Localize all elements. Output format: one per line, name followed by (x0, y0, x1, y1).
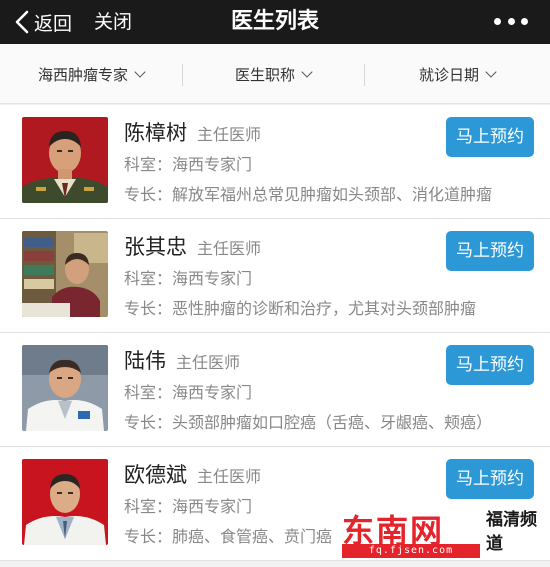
doctor-title: 主任医师 (197, 467, 262, 486)
doctor-department: 科室：海西专家门 (124, 497, 253, 516)
more-dot (494, 17, 501, 25)
doctor-department: 科室：海西专家门 (124, 155, 253, 174)
book-now-button[interactable]: 马上预约 (446, 117, 534, 157)
filter-department[interactable]: 海西肿瘤专家 (0, 44, 182, 104)
doctor-title: 主任医师 (197, 125, 262, 144)
doctor-name: 陆伟 (124, 349, 166, 373)
doctor-name: 陈樟树 (124, 121, 187, 145)
doctor-specialty: 专长：解放军福州总常见肿瘤如头颈部、消化道肿瘤 (124, 185, 493, 204)
doctor-list-page: 返回 关闭 医生列表 海西肿瘤专家 医生职称 就诊日期 陈樟树 主任医师 科室：… (0, 0, 550, 567)
doctor-department: 科室：海西专家门 (124, 269, 253, 288)
book-now-button[interactable]: 马上预约 (446, 345, 534, 385)
chevron-down-icon (485, 65, 497, 78)
doctor-photo (22, 231, 108, 317)
back-label: 返回 (34, 12, 73, 35)
more-dot (507, 17, 515, 25)
book-now-button[interactable]: 马上预约 (446, 459, 534, 499)
filter-bar: 海西肿瘤专家 医生职称 就诊日期 (0, 44, 550, 104)
doctor-name-row: 陆伟 主任医师 (124, 345, 240, 375)
doctor-name: 张其忠 (124, 235, 187, 259)
filter-doctor-title-label: 医生职称 (234, 65, 295, 84)
back-button[interactable]: 返回 (14, 0, 72, 44)
doctor-photo (22, 459, 108, 545)
watermark-url: fq.fjsen.com (342, 544, 480, 558)
close-button[interactable]: 关闭 (94, 0, 132, 44)
filter-visit-date-label: 就诊日期 (418, 65, 479, 84)
doctor-department: 科室：海西专家门 (124, 383, 253, 402)
doctor-specialty: 专长：恶性肿瘤的诊断和治疗，尤其对头颈部肿瘤 (124, 299, 477, 318)
chevron-left-icon (15, 10, 29, 34)
doctor-photo (22, 117, 108, 203)
doctor-title: 主任医师 (176, 353, 241, 372)
filter-department-label: 海西肿瘤专家 (37, 65, 128, 84)
doctor-specialty: 专长：头颈部肿瘤如口腔癌（舌癌、牙龈癌、颊癌） (124, 413, 493, 432)
watermark: 东南网 fq.fjsen.com 福清频道 (338, 506, 550, 567)
chevron-down-icon (301, 65, 313, 78)
doctor-name-row: 陈樟树 主任医师 (124, 117, 261, 147)
doctor-name-row: 张其忠 主任医师 (124, 231, 261, 261)
page-title: 医生列表 (230, 9, 319, 34)
top-nav-bar: 返回 关闭 医生列表 (0, 0, 550, 44)
doctor-name-row: 欧德斌 主任医师 (124, 459, 261, 489)
more-dot (521, 17, 528, 25)
doctor-list: 陈樟树 主任医师 科室：海西专家门 专长：解放军福州总常见肿瘤如头颈部、消化道肿… (0, 105, 550, 561)
book-now-button[interactable]: 马上预约 (446, 231, 534, 271)
doctor-card[interactable]: 张其忠 主任医师 科室：海西专家门 专长：恶性肿瘤的诊断和治疗，尤其对头颈部肿瘤… (0, 219, 550, 333)
doctor-photo (22, 345, 108, 431)
more-icon[interactable] (494, 16, 528, 26)
chevron-down-icon (134, 65, 146, 78)
doctor-card[interactable]: 陈樟树 主任医师 科室：海西专家门 专长：解放军福州总常见肿瘤如头颈部、消化道肿… (0, 105, 550, 219)
filter-visit-date[interactable]: 就诊日期 (364, 44, 550, 104)
doctor-title: 主任医师 (197, 239, 262, 258)
doctor-name: 欧德斌 (124, 463, 187, 487)
watermark-channel: 福清频道 (486, 510, 537, 554)
doctor-card[interactable]: 陆伟 主任医师 科室：海西专家门 专长：头颈部肿瘤如口腔癌（舌癌、牙龈癌、颊癌）… (0, 333, 550, 447)
filter-doctor-title[interactable]: 医生职称 (182, 44, 364, 104)
